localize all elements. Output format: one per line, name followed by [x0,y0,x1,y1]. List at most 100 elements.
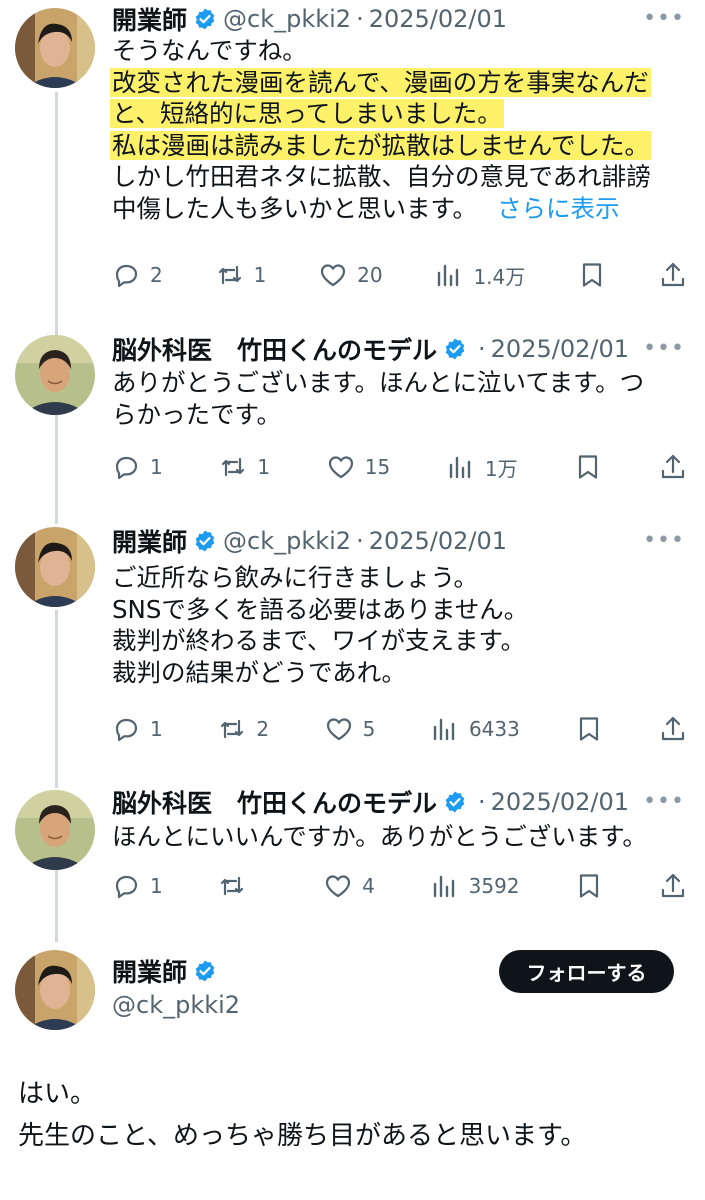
retweet-count: 1 [257,455,271,479]
tweet-text: ご近所なら飲みに行きましょう。 SNSで多くを語る必要はありません。 裁判が終わ… [112,562,687,688]
like-icon [326,718,351,741]
author-name[interactable]: 開業師 [112,953,187,989]
retweet-icon [221,719,244,739]
author-name[interactable]: 開業師 [112,523,187,559]
highlighted-text: 改変された漫画を読んで、漫画の方を事実なんだ [110,67,651,97]
avatar[interactable] [15,8,95,88]
views-count: 1万 [484,456,518,481]
like-button[interactable]: 20 [319,261,383,289]
reply-count: 1 [150,455,163,479]
tweet-date[interactable]: 2025/02/01 [369,5,507,33]
text-line: SNSで多くを語る必要はありません。 [112,594,529,624]
author-name[interactable]: 開業師 [112,1,187,37]
views-button[interactable]: 3592 [431,872,520,900]
retweet-count: 1 [253,263,267,287]
reply-button[interactable]: 2 [112,261,163,289]
verified-badge-icon [195,8,215,30]
share-button[interactable] [659,872,687,900]
author-name[interactable]: 脳外科医 竹田くんのモデル [112,784,437,820]
retweet-button[interactable] [218,872,268,900]
share-icon [661,262,685,287]
tweet-date[interactable]: 2025/02/01 [491,335,629,363]
verified-badge-icon [445,338,465,360]
retweet-icon [218,265,241,285]
avatar[interactable] [15,790,95,870]
reply-button[interactable]: 1 [112,453,163,481]
views-button[interactable]: 1万 [447,453,518,482]
thread-line [55,412,58,524]
separator-dot: · [478,788,486,816]
like-button[interactable]: 15 [327,453,390,481]
like-icon [321,264,346,287]
text-line: 裁判が終わるまで、ワイが支えます。 [112,626,526,655]
tweet-text: はい。 先生のこと、めっちゃ勝ち目があると思います。 [18,1073,586,1157]
bookmark-button[interactable] [578,261,606,289]
verified-badge-icon [195,960,215,982]
views-button[interactable]: 1.4万 [435,261,525,290]
tweet-text: ありがとうございます。ほんとに泣いてます。つ らかったです。 [112,367,687,430]
thread-line [55,870,58,942]
views-icon [438,264,459,287]
more-icon[interactable]: ••• [643,528,685,553]
like-count: 20 [357,263,383,287]
highlighted-text: 私は漫画は読みましたが拡散はしませんでした。 [110,130,652,160]
reply-count: 1 [150,717,163,741]
avatar[interactable] [15,335,95,415]
bookmark-icon [580,717,599,741]
retweet-button[interactable]: 1 [219,453,270,481]
author-name[interactable]: 脳外科医 竹田くんのモデル [112,331,437,367]
more-icon[interactable]: ••• [643,336,685,361]
views-icon [433,718,455,741]
like-button[interactable]: 5 [325,715,376,743]
thread-line [55,610,58,788]
more-icon[interactable]: ••• [643,789,685,814]
separator-dot: · [356,527,364,555]
reply-button[interactable]: 1 [112,872,163,900]
share-button[interactable] [659,715,687,743]
views-button[interactable]: 6433 [431,715,520,743]
share-icon [661,873,685,898]
reply-icon [115,264,138,288]
retweet-button[interactable]: 2 [218,715,269,743]
show-more-link[interactable]: さらに表示 [497,194,620,223]
separator-dot: · [478,335,486,363]
views-count: 1.4万 [473,264,526,289]
retweet-button[interactable]: 1 [216,261,267,289]
text-line: ご近所なら飲みに行きましょう。 [112,563,479,592]
verified-badge-icon [195,530,215,552]
share-icon [661,716,685,741]
more-icon[interactable]: ••• [643,6,685,31]
text-line: そうなんですね。 [112,36,307,65]
text-line: らかったです。 [112,399,282,429]
bookmark-button[interactable] [574,453,602,481]
reply-count: 1 [150,874,163,898]
bookmark-button[interactable] [575,872,603,900]
follow-button[interactable]: フォローする [499,950,674,993]
avatar[interactable] [15,527,95,607]
highlighted-text: と、短絡的に思ってしまいました。 [110,99,504,128]
tweet-date[interactable]: 2025/02/01 [369,527,507,555]
tweet-text: そうなんですね。 改変された漫画を読んで、漫画の方を事実なんだ と、短絡的に思っ… [110,35,687,224]
text-line: ありがとうございます。ほんとに泣いてます。つ [112,368,645,397]
share-icon [661,454,685,479]
tweet-date[interactable]: 2025/02/01 [491,788,629,816]
retweet-count: 2 [256,717,270,741]
text-line: 裁判の結果がどうであれ。 [112,657,406,687]
author-handle[interactable]: @ck_pkki2 [223,527,351,555]
reply-icon [115,718,138,742]
like-icon [326,875,351,898]
retweet-icon [221,876,244,896]
like-count: 5 [362,717,376,741]
reply-button[interactable]: 1 [112,715,163,743]
share-button[interactable] [659,261,687,289]
bookmark-button[interactable] [575,715,603,743]
views-icon [433,875,454,898]
author-handle[interactable]: @ck_pkki2 [112,991,240,1019]
reply-icon [115,456,138,480]
avatar[interactable] [15,950,95,1030]
like-button[interactable]: 4 [324,872,375,900]
bookmark-icon [579,455,598,479]
share-button[interactable] [659,453,687,481]
author-handle[interactable]: @ck_pkki2 [223,5,351,33]
reply-count: 2 [150,263,163,287]
